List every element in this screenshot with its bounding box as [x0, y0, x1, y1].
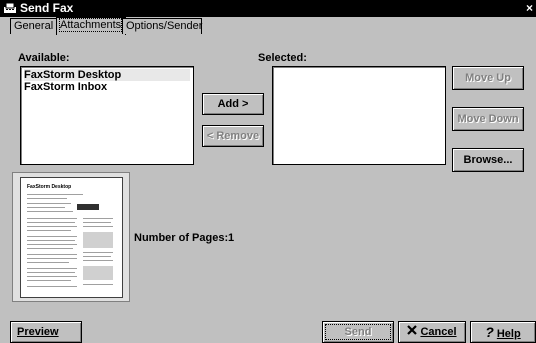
title-bar: Send Fax ×: [0, 0, 536, 17]
available-label: Available:: [18, 52, 70, 64]
help-button[interactable]: ? Help: [470, 321, 536, 343]
help-button-label: Help: [496, 328, 521, 340]
tab-attachments[interactable]: Attachments: [56, 17, 126, 35]
tab-options-sender-label: Options/Sender: [126, 20, 203, 32]
fax-machine-icon: [3, 2, 17, 14]
send-fax-dialog: Send Fax × General Attachments Options/S…: [0, 0, 536, 343]
close-icon[interactable]: ×: [526, 1, 533, 15]
move-down-button[interactable]: Move Down: [452, 107, 524, 131]
move-up-button[interactable]: Move Up: [452, 66, 524, 90]
preview-button[interactable]: Preview: [10, 321, 82, 343]
remove-button[interactable]: < Remove: [202, 125, 264, 147]
page-thumbnail: FaxStorm Desktop: [20, 177, 123, 298]
send-button[interactable]: Send: [322, 321, 394, 343]
preview-button-label: Preview: [17, 326, 59, 338]
browse-button[interactable]: Browse...: [452, 148, 524, 172]
send-button-label: Send: [344, 326, 372, 338]
number-of-pages-value: 1: [228, 232, 235, 244]
cancel-button-label: Cancel: [420, 326, 457, 338]
add-button[interactable]: Add >: [202, 93, 264, 115]
help-question-icon: ?: [485, 324, 494, 340]
list-item[interactable]: FaxStorm Inbox: [24, 81, 107, 93]
tab-general-label: General: [14, 20, 54, 32]
cancel-button[interactable]: Cancel: [398, 321, 466, 343]
tab-options-sender[interactable]: Options/Sender: [122, 18, 202, 34]
tab-general[interactable]: General: [10, 18, 58, 34]
list-item[interactable]: FaxStorm Desktop: [24, 69, 190, 81]
available-list[interactable]: FaxStorm Desktop FaxStorm Inbox: [20, 66, 194, 165]
document-preview: FaxStorm Desktop: [12, 172, 130, 302]
selected-label: Selected:: [258, 52, 307, 64]
x-icon: [407, 322, 418, 342]
selected-list[interactable]: [272, 66, 446, 165]
tab-attachments-label: Attachments: [58, 18, 123, 32]
window-title: Send Fax: [20, 1, 74, 15]
number-of-pages-label: Number of Pages:: [134, 232, 229, 244]
thumbnail-title: FaxStorm Desktop: [27, 184, 72, 190]
